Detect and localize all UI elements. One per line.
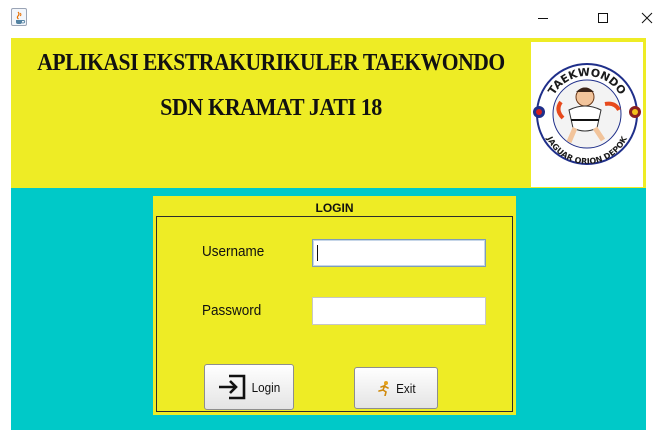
close-button[interactable] (624, 0, 657, 36)
maximize-icon (598, 13, 608, 23)
login-title: LOGIN (315, 201, 354, 215)
main-panel: LOGIN Username Password Login Exit (11, 188, 646, 430)
login-panel: LOGIN Username Password Login Exit (153, 196, 516, 415)
java-cup-icon (11, 8, 27, 26)
username-label: Username (202, 243, 265, 260)
login-button[interactable]: Login (204, 364, 294, 410)
enter-arrow-icon (218, 374, 245, 400)
close-icon (641, 12, 653, 24)
exit-button-label: Exit (395, 380, 416, 396)
text-caret (317, 245, 318, 261)
window-titlebar (0, 0, 657, 36)
login-form: Username Password Login Exit (156, 216, 513, 412)
minimize-button[interactable] (520, 0, 566, 36)
app-header: APLIKASI EKSTRAKURIKULER TAEKWONDO SDN K… (11, 38, 646, 188)
running-person-icon (377, 381, 389, 396)
maximize-button[interactable] (580, 0, 626, 36)
password-label: Password (202, 302, 262, 319)
taekwondo-logo: TAEKWONDO JAGUAR ORION DEPOK (531, 42, 643, 187)
exit-button[interactable]: Exit (354, 367, 438, 409)
login-button-label: Login (251, 379, 280, 395)
password-input[interactable] (312, 297, 486, 325)
username-input[interactable] (312, 239, 486, 267)
school-name: SDN KRAMAT JATI 18 (160, 95, 382, 121)
minimize-icon (538, 18, 548, 19)
app-title: APLIKASI EKSTRAKURIKULER TAEKWONDO (37, 50, 505, 76)
